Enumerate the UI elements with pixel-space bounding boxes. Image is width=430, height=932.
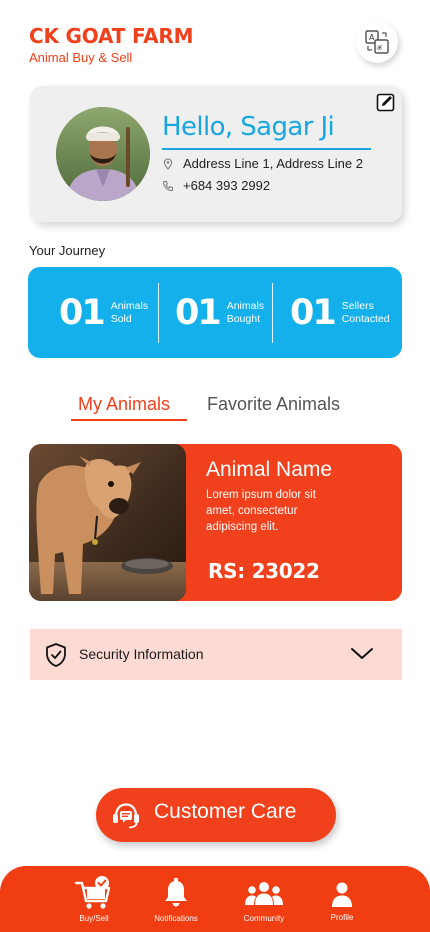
journey-label: Your Journey (29, 243, 106, 258)
animal-photo (29, 444, 186, 601)
bottom-navigation: Buy/Sell Notifications Community Profile (0, 866, 430, 932)
stat-divider (158, 283, 159, 343)
address-row: Address Line 1, Address Line 2 (162, 156, 363, 171)
nav-notifications[interactable]: Notifications (138, 866, 214, 932)
stat-label-line1: Animals (110, 299, 149, 312)
shield-check-icon (46, 643, 66, 667)
edit-icon[interactable] (376, 92, 396, 112)
stat-sellers-contacted: 01 Sellers Contacted (290, 267, 412, 358)
language-button[interactable]: A अ (356, 21, 398, 63)
stat-label-line2: Bought (226, 312, 260, 325)
security-information-dropdown[interactable]: Security Information (30, 629, 402, 680)
animal-name: Animal Name (206, 458, 333, 481)
nav-community[interactable]: Community (226, 866, 302, 932)
cart-check-icon (74, 876, 111, 909)
svg-text:A: A (369, 33, 375, 42)
tab-favorite-animals[interactable]: Favorite Animals (207, 394, 340, 415)
greeting: Hello, Sagar Ji (162, 112, 335, 142)
stat-animals-bought: 01 Animals Bought (175, 267, 287, 358)
community-icon (245, 882, 283, 905)
animal-card[interactable]: Animal Name Lorem ipsum dolor sit amet, … (29, 444, 402, 601)
nav-label: Community (243, 914, 285, 923)
animal-description: Lorem ipsum dolor sit amet, consectetur … (206, 489, 316, 533)
stat-label-line1: Animals (226, 299, 265, 312)
nav-label: Buy/Sell (79, 914, 109, 923)
greeting-underline (162, 148, 371, 150)
headset-icon (113, 803, 139, 829)
customer-care-button[interactable]: Customer Care (96, 788, 336, 842)
journey-stats-card: 01 Animals Sold 01 Animals Bought 01 Sel… (28, 267, 402, 358)
animal-price: RS: 23022 (208, 559, 320, 583)
stat-animals-sold: 01 Animals Sold (59, 267, 171, 358)
profile-card: Hello, Sagar Ji Address Line 1, Address … (30, 86, 402, 222)
stat-divider (272, 283, 273, 343)
stat-label-line1: Sellers (341, 299, 374, 312)
location-pin-icon (163, 157, 173, 170)
stat-label-line2: Sold (110, 312, 132, 325)
brand-subtitle: Animal Buy & Sell (29, 50, 133, 65)
nav-label: Notifications (154, 914, 198, 923)
stat-label-line2: Contacted (341, 312, 390, 325)
chevron-down-icon (351, 648, 373, 659)
active-tab-underline (71, 419, 187, 421)
phone-icon (162, 180, 173, 191)
tab-my-animals[interactable]: My Animals (78, 394, 170, 415)
customer-care-label: Customer Care (154, 800, 297, 823)
security-label: Security Information (79, 646, 204, 662)
phone-text: +684 393 2992 (183, 178, 271, 193)
nav-profile[interactable]: Profile (304, 866, 380, 932)
nav-label: Profile (330, 913, 354, 922)
translate-icon: A अ (365, 30, 389, 54)
nav-buy-sell[interactable]: Buy/Sell (56, 866, 132, 932)
brand-title: CK GOAT FARM (29, 24, 194, 48)
stat-value: 01 (290, 292, 337, 333)
svg-text:अ: अ (377, 44, 383, 52)
stat-value: 01 (59, 292, 106, 333)
phone-row: +684 393 2992 (162, 178, 270, 193)
address-text: Address Line 1, Address Line 2 (183, 156, 363, 171)
user-icon (332, 882, 352, 907)
bell-icon (165, 878, 187, 907)
stat-value: 01 (175, 292, 222, 333)
avatar (56, 107, 150, 201)
